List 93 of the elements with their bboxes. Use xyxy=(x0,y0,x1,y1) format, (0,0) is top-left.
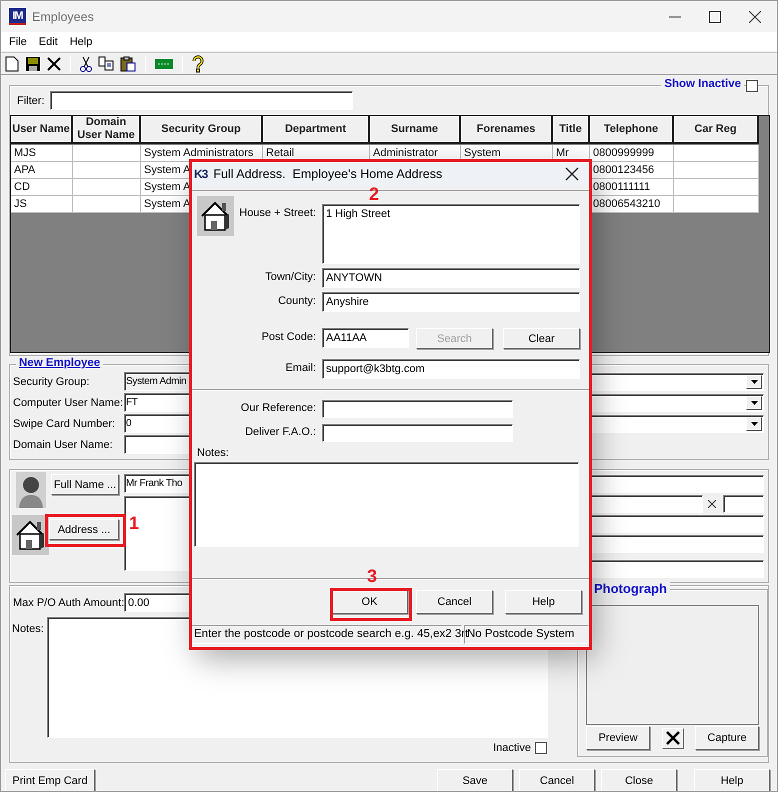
input-field[interactable] xyxy=(322,424,513,442)
dialog-button[interactable]: Cancel xyxy=(416,590,493,614)
table-cell: APA xyxy=(11,162,73,179)
menu-item[interactable]: File xyxy=(3,36,33,48)
table-cell: 0800123456 xyxy=(590,162,674,179)
table-cell: 0800111111 xyxy=(590,179,674,196)
postcode-button[interactable]: Clear xyxy=(503,328,580,349)
checkbox[interactable] xyxy=(535,742,547,754)
help-icon[interactable] xyxy=(192,54,204,72)
copy-icon[interactable] xyxy=(98,56,114,71)
delete-icon[interactable] xyxy=(47,56,61,70)
card-icon[interactable] xyxy=(155,58,173,68)
address-button[interactable]: Address ... xyxy=(49,519,119,540)
field-label: Email: xyxy=(284,361,317,376)
cut-icon[interactable] xyxy=(80,56,92,72)
column-header[interactable]: Security Group xyxy=(141,116,263,144)
filter-field[interactable] xyxy=(50,91,352,110)
save-icon[interactable] xyxy=(25,56,41,72)
table-cell: JS xyxy=(11,196,73,213)
input-field[interactable]: AA11AA xyxy=(322,328,409,348)
person-icon xyxy=(16,472,46,508)
input-field[interactable]: ANYTOWN xyxy=(322,268,580,288)
house-icon xyxy=(12,515,49,555)
caret-icon xyxy=(750,422,758,426)
column-header[interactable]: Forenames xyxy=(461,116,553,144)
column-header[interactable]: Telephone xyxy=(590,116,674,144)
house-icon xyxy=(197,196,234,236)
remove-photo-button[interactable] xyxy=(662,728,684,748)
paste-icon[interactable] xyxy=(120,56,136,72)
table-cell xyxy=(73,196,141,213)
input-field[interactable]: Anyshire xyxy=(322,292,580,312)
maximize-icon[interactable] xyxy=(709,10,721,22)
input-field[interactable] xyxy=(723,495,764,513)
dialog-button[interactable]: Help xyxy=(694,769,770,791)
filter-label: Filter: xyxy=(17,94,44,106)
window-title: Employees xyxy=(32,10,94,24)
new-page-icon[interactable] xyxy=(5,56,19,72)
field-label: County: xyxy=(277,294,317,309)
multiply-icon xyxy=(708,500,716,508)
print-button[interactable]: Print Emp Card xyxy=(5,769,95,791)
menu-item[interactable]: Edit xyxy=(32,36,64,48)
close-icon xyxy=(666,731,680,745)
notes-label: Notes: xyxy=(197,447,230,459)
column-header[interactable]: User Name xyxy=(11,116,73,144)
field-label: Town/City: xyxy=(264,270,317,285)
table-cell: MJS xyxy=(11,145,73,162)
table-cell: 0800999999 xyxy=(590,145,674,162)
field-label: Max P/O Auth Amount: xyxy=(12,596,124,608)
annotation-number: 1 xyxy=(129,514,140,532)
field-label: Deliver F.A.O.: xyxy=(244,425,317,440)
dialog-button[interactable]: Close xyxy=(601,769,677,791)
column-header[interactable]: Surname xyxy=(370,116,461,144)
checkbox[interactable] xyxy=(746,80,758,92)
input-field[interactable]: support@k3btg.com xyxy=(322,359,580,379)
field-label: Security Group: xyxy=(12,376,90,388)
dialog-button[interactable]: Help xyxy=(505,590,582,614)
app-logo: IM xyxy=(9,8,26,25)
group-legend: Show Inactive xyxy=(661,78,744,90)
table-cell xyxy=(73,179,141,196)
dialog-button[interactable]: Cancel xyxy=(519,769,595,791)
column-header[interactable]: Title xyxy=(553,116,590,144)
field-label: Domain User Name: xyxy=(12,438,114,450)
column-header[interactable]: Domain User Name xyxy=(73,116,141,144)
capture-button[interactable]: Capture xyxy=(695,726,759,750)
column-header[interactable]: Car Reg xyxy=(674,116,759,144)
dialog-logo: K3 xyxy=(194,166,208,180)
group-legend[interactable]: New Employee xyxy=(16,357,104,369)
column-header[interactable]: Department xyxy=(263,116,370,144)
close-icon[interactable] xyxy=(565,166,579,180)
caret-icon xyxy=(750,400,758,404)
table-cell xyxy=(73,145,141,162)
table-cell: CD xyxy=(11,179,73,196)
full-name-button[interactable]: Full Name ... xyxy=(51,474,119,495)
preview-button[interactable]: Preview xyxy=(586,726,650,750)
input-field[interactable]: 1 High Street xyxy=(322,204,580,264)
notes-label: Notes: xyxy=(12,622,45,637)
field-label: Our Reference: xyxy=(240,401,317,416)
dialog-button[interactable]: OK xyxy=(331,590,408,614)
field-label: Post Code: xyxy=(260,330,317,345)
dialog-button[interactable]: Save xyxy=(437,769,513,791)
inactive-label: Inactive xyxy=(493,742,531,754)
close-icon[interactable] xyxy=(749,10,761,22)
annotation-number: 3 xyxy=(367,567,378,585)
menu-item[interactable]: Help xyxy=(64,36,98,48)
input-field[interactable] xyxy=(322,400,513,418)
notes-field[interactable] xyxy=(194,462,579,547)
caret-icon xyxy=(750,380,758,384)
group-legend: Photograph xyxy=(591,581,670,596)
field-label: Computer User Name: xyxy=(12,396,124,408)
table-cell: 08006543210 xyxy=(590,196,674,213)
field-label: Swipe Card Number: xyxy=(12,418,116,430)
annotation-number: 2 xyxy=(369,185,380,203)
table-cell xyxy=(73,162,141,179)
